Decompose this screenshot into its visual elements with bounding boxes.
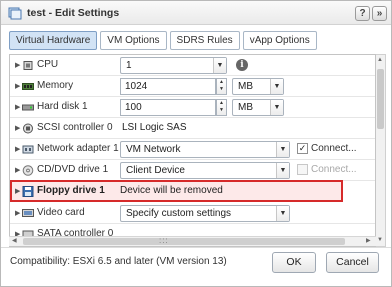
cddvd-select[interactable]: Client Device ▼: [120, 162, 290, 179]
device-label: Network adapter 1: [37, 143, 119, 154]
hard-disk-unit-select[interactable]: MB ▼: [232, 99, 284, 116]
stepper-down-icon[interactable]: ▼: [217, 107, 226, 114]
horizontal-scroll-thumb[interactable]: [23, 238, 345, 245]
expand-caret-icon[interactable]: ▶: [15, 61, 20, 69]
video-value: Specify custom settings: [126, 208, 232, 219]
device-row-memory: ▶ Memory 1024 ▲ ▼ MB ▼: [10, 76, 375, 97]
chevron-down-icon[interactable]: ▼: [276, 163, 289, 178]
stepper-down-icon[interactable]: ▼: [217, 86, 226, 93]
memory-input[interactable]: 1024: [120, 78, 216, 95]
edit-settings-dialog: test - Edit Settings ? » Virtual Hardwar…: [0, 0, 392, 287]
cpu-icon: [23, 61, 33, 70]
ok-button[interactable]: OK: [272, 252, 316, 273]
tab-sdrs-rules[interactable]: SDRS Rules: [169, 31, 240, 50]
expand-caret-icon[interactable]: ▶: [15, 82, 20, 90]
expand-caret-icon[interactable]: ▶: [15, 145, 20, 153]
network-connect-label: Connect...: [311, 143, 357, 154]
hard-disk-icon: [22, 104, 34, 111]
device-label: Video card: [37, 207, 85, 218]
tab-vapp-options[interactable]: vApp Options: [242, 31, 317, 50]
cd-dvd-icon: [22, 165, 34, 176]
video-select[interactable]: Specify custom settings ▼: [120, 205, 290, 222]
expand-caret-icon[interactable]: ▶: [15, 209, 20, 217]
expand-caret-icon[interactable]: ▶: [15, 103, 20, 111]
cpu-select[interactable]: 1 ▼: [120, 57, 227, 74]
scsi-controller-icon: [23, 123, 33, 134]
scroll-left-icon[interactable]: ◀: [12, 237, 17, 244]
expand-caret-icon[interactable]: ▶: [15, 124, 20, 132]
cpu-value: 1: [126, 60, 132, 71]
device-row-floppy: ▶ Floppy drive 1 Device will be removed: [10, 181, 375, 202]
stepper-up-icon[interactable]: ▲: [217, 100, 226, 107]
device-label: Memory: [37, 80, 74, 91]
scsi-type: LSI Logic SAS: [122, 122, 187, 133]
expand-caret-icon[interactable]: ▶: [15, 166, 20, 174]
device-row-cpu: ▶ CPU 1 ▼ i: [10, 55, 375, 76]
memory-unit-select[interactable]: MB ▼: [232, 78, 284, 95]
device-label: Floppy drive 1: [37, 185, 105, 196]
memory-unit: MB: [238, 81, 253, 92]
vertical-scroll-thumb[interactable]: [377, 69, 384, 129]
device-label: Hard disk 1: [37, 101, 88, 112]
floppy-status: Device will be removed: [120, 185, 223, 196]
hard-disk-size-input[interactable]: 100: [120, 99, 216, 116]
title-bar: test - Edit Settings ? »: [1, 1, 391, 25]
network-value: VM Network: [126, 144, 181, 155]
device-label: SCSI controller 0: [37, 122, 113, 133]
cddvd-connect-checkbox[interactable]: [297, 164, 308, 175]
tab-virtual-hardware[interactable]: Virtual Hardware: [9, 31, 98, 50]
device-row-hard-disk: ▶ Hard disk 1 100 ▲ ▼ MB ▼: [10, 97, 375, 118]
cddvd-value: Client Device: [126, 165, 185, 176]
network-adapter-icon: [22, 145, 34, 154]
chevron-down-icon[interactable]: ▼: [276, 142, 289, 157]
memory-value: 1024: [125, 81, 148, 92]
hard-disk-size-value: 100: [125, 102, 142, 113]
tab-vm-options[interactable]: VM Options: [100, 31, 167, 50]
vertical-scrollbar[interactable]: ▲ ▼: [376, 54, 386, 247]
network-select[interactable]: VM Network ▼: [120, 141, 290, 158]
chevron-down-icon[interactable]: ▼: [270, 100, 283, 115]
device-row-video: ▶ Video card Specify custom settings ▼: [10, 203, 375, 224]
expand-caret-icon[interactable]: ▶: [15, 187, 20, 195]
device-row-scsi: ▶ SCSI controller 0 LSI Logic SAS: [10, 118, 375, 139]
stepper-up-icon[interactable]: ▲: [217, 79, 226, 86]
help-button[interactable]: ?: [355, 6, 370, 21]
device-label: CD/DVD drive 1: [37, 164, 109, 175]
chevron-down-icon[interactable]: ▼: [213, 58, 226, 73]
network-connect-checkbox[interactable]: ✓: [297, 143, 308, 154]
cddvd-connect-label: Connect...: [311, 164, 357, 175]
footer-divider: [1, 247, 391, 248]
scroll-right-icon[interactable]: ▶: [366, 237, 371, 244]
vm-icon: [8, 7, 22, 20]
scroll-up-icon[interactable]: ▲: [377, 57, 383, 63]
video-card-icon: [22, 209, 34, 217]
chevron-down-icon[interactable]: ▼: [270, 79, 283, 94]
cancel-button[interactable]: Cancel: [326, 252, 379, 273]
dialog-title: test - Edit Settings: [27, 7, 120, 19]
chevron-down-icon[interactable]: ▼: [276, 206, 289, 221]
memory-icon: [22, 83, 34, 90]
tab-bar: Virtual Hardware VM Options SDRS Rules v…: [9, 31, 317, 50]
info-icon[interactable]: i: [236, 59, 248, 71]
compatibility-text: Compatibility: ESXi 6.5 and later (VM ve…: [10, 256, 227, 267]
horizontal-scrollbar[interactable]: ◀ ::: ▶: [9, 236, 376, 246]
expand-button[interactable]: »: [372, 6, 387, 21]
memory-stepper[interactable]: ▲ ▼: [216, 78, 227, 95]
hard-disk-stepper[interactable]: ▲ ▼: [216, 99, 227, 116]
scroll-grip-icon: :::: [159, 236, 169, 245]
floppy-icon: [22, 186, 34, 197]
scroll-down-icon[interactable]: ▼: [377, 237, 383, 243]
device-row-cddvd: ▶ CD/DVD drive 1 Client Device ▼ Connect…: [10, 160, 375, 181]
hardware-list: ▶ CPU 1 ▼ i ▶ Memory 1024 ▲ ▼ MB ▼ ▶ Har…: [9, 54, 376, 247]
device-label: CPU: [37, 59, 59, 70]
hard-disk-unit: MB: [238, 102, 253, 113]
device-row-network: ▶ Network adapter 1 VM Network ▼ ✓ Conne…: [10, 139, 375, 160]
